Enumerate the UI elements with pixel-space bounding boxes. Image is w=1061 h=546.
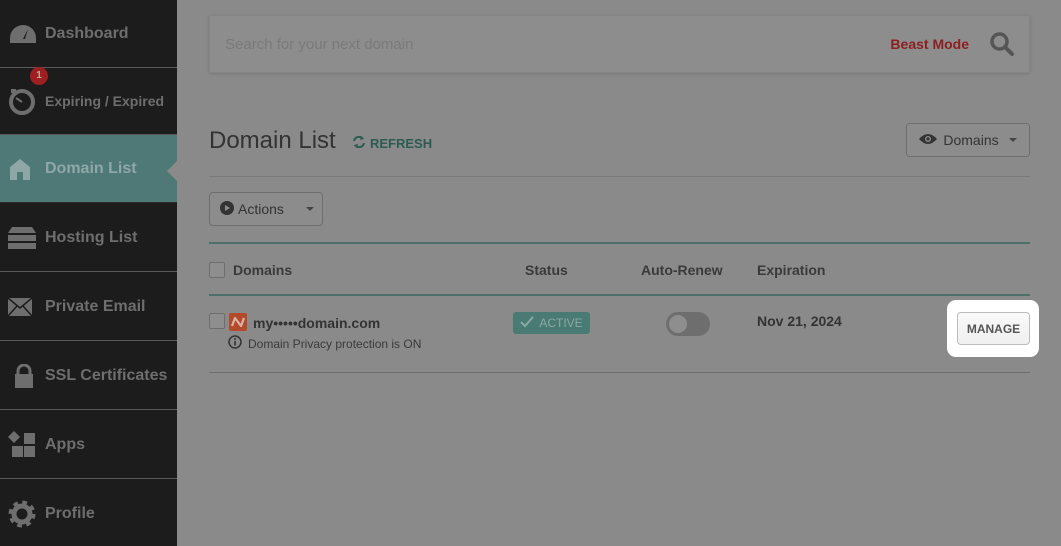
column-header-expiration[interactable]: Expiration (757, 262, 825, 278)
toggle-knob (669, 315, 687, 333)
actions-dropdown[interactable]: Actions (209, 192, 323, 226)
domain-search-bar: Beast Mode (209, 15, 1030, 73)
sidebar-item-label: Hosting List (45, 228, 138, 246)
status-text: ACTIVE (539, 316, 583, 330)
gear-icon (0, 500, 45, 528)
stopwatch-icon: 1 (0, 66, 48, 115)
expiration-date: Nov 21, 2024 (757, 313, 842, 329)
column-header-auto-renew[interactable]: Auto-Renew (641, 262, 723, 278)
row-select-checkbox[interactable] (209, 313, 225, 329)
info-icon (228, 335, 242, 352)
sidebar-item-ssl-certificates[interactable]: SSL Certificates (0, 342, 177, 410)
chevron-down-icon (1008, 138, 1017, 142)
privacy-note-text: Domain Privacy protection is ON (248, 336, 422, 351)
server-icon (0, 226, 45, 249)
divider (209, 176, 1030, 177)
table-header-bottom-border (209, 294, 1030, 296)
status-badge: ACTIVE (513, 312, 590, 334)
refresh-button[interactable]: REFRESH (352, 135, 433, 151)
table-header-top-border (209, 242, 1030, 244)
manage-highlight: MANAGE (947, 300, 1039, 357)
sidebar-item-expiring[interactable]: 1 Expiring / Expired (0, 66, 177, 135)
auto-renew-toggle[interactable] (666, 312, 710, 336)
sidebar-item-label: Profile (45, 505, 95, 522)
apps-icon (0, 430, 45, 459)
sidebar: Dashboard 1 Expiring / Expired Domain Li… (0, 0, 177, 546)
refresh-label: REFRESH (370, 136, 433, 151)
search-icon[interactable] (989, 31, 1015, 57)
namecheap-logo-icon (229, 313, 247, 331)
dashboard-gauge-icon (0, 23, 45, 45)
select-all-checkbox[interactable] (209, 262, 225, 278)
domain-search-input[interactable] (225, 35, 891, 53)
row-divider (209, 372, 1030, 373)
sidebar-item-label: Apps (45, 435, 85, 453)
play-circle-icon (220, 200, 234, 218)
sidebar-item-hosting-list[interactable]: Hosting List (0, 204, 177, 272)
checkmark-icon (520, 315, 535, 331)
beast-mode-link[interactable]: Beast Mode (890, 36, 969, 52)
sidebar-item-label: Private Email (45, 297, 146, 315)
sidebar-item-label: Dashboard (45, 24, 129, 42)
view-dropdown-label: Domains (943, 132, 999, 148)
actions-label: Actions (238, 201, 284, 217)
refresh-icon (352, 135, 366, 151)
sidebar-item-label: Domain List (45, 159, 137, 177)
view-domains-dropdown[interactable]: Domains (906, 123, 1030, 157)
sidebar-item-label: Expiring / Expired (45, 92, 165, 109)
lock-icon (0, 363, 45, 388)
page-title: Domain List (209, 127, 336, 154)
expiring-count-badge: 1 (30, 66, 48, 85)
sidebar-item-apps[interactable]: Apps (0, 411, 177, 479)
envelope-icon (0, 297, 45, 316)
sidebar-item-profile[interactable]: Profile (0, 480, 177, 546)
eye-icon (919, 132, 938, 148)
sidebar-item-dashboard[interactable]: Dashboard (0, 0, 177, 68)
sidebar-item-domain-list[interactable]: Domain List (0, 135, 177, 203)
sidebar-item-label: SSL Certificates (45, 366, 168, 384)
chevron-down-icon (305, 207, 314, 211)
sidebar-item-private-email[interactable]: Private Email (0, 273, 177, 341)
column-header-status[interactable]: Status (525, 262, 568, 278)
domain-name-link[interactable]: my•••••domain.com (253, 315, 380, 331)
manage-button[interactable]: MANAGE (957, 312, 1030, 345)
privacy-note: Domain Privacy protection is ON (228, 335, 421, 352)
column-header-domains[interactable]: Domains (233, 262, 292, 278)
home-icon (0, 157, 45, 181)
